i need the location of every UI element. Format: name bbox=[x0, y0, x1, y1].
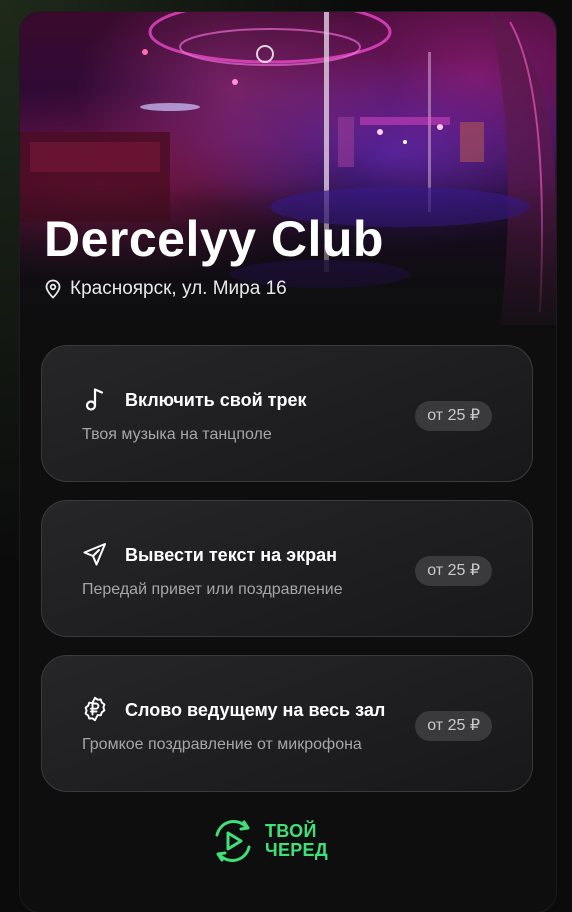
service-subtitle: Передай привет или поздравление bbox=[82, 581, 343, 598]
service-play-track[interactable]: Включить свой трек Твоя музыка на танцпо… bbox=[41, 345, 533, 482]
club-hero-image: Dercelyy Club Красноярск, ул. Мира 16 bbox=[20, 12, 556, 325]
price-badge: от 25 ₽ bbox=[415, 556, 492, 586]
price-badge: от 25 ₽ bbox=[415, 401, 492, 431]
club-address: Красноярск, ул. Мира 16 bbox=[44, 278, 287, 300]
service-title: Вывести текст на экран bbox=[125, 545, 338, 565]
club-address-text: Красноярск, ул. Мира 16 bbox=[70, 278, 287, 299]
service-title: Включить свой трек bbox=[125, 390, 307, 410]
service-title: Слово ведущему на весь зал bbox=[125, 700, 386, 720]
ruble-badge-icon bbox=[84, 696, 106, 722]
service-subtitle: Твоя музыка на танцполе bbox=[82, 426, 272, 443]
brand-logo: ТВОЙ ЧЕРЕД bbox=[207, 815, 328, 867]
service-host-message[interactable]: Слово ведущему на весь зал Громкое поздр… bbox=[41, 655, 533, 792]
music-note-icon bbox=[85, 388, 104, 411]
location-pin-icon bbox=[45, 279, 61, 299]
brand-line-2: ЧЕРЕД bbox=[265, 840, 328, 860]
service-screen-text[interactable]: Вывести текст на экран Передай привет ил… bbox=[41, 500, 533, 637]
service-subtitle: Громкое поздравление от микрофона bbox=[82, 736, 362, 753]
send-icon bbox=[83, 543, 106, 566]
club-card: Dercelyy Club Красноярск, ул. Мира 16 Вк… bbox=[20, 12, 556, 912]
brand-wordmark: ТВОЙ ЧЕРЕД bbox=[265, 822, 328, 860]
cycle-play-icon bbox=[215, 820, 251, 862]
club-name: Dercelyy Club bbox=[44, 211, 384, 267]
brand-line-1: ТВОЙ bbox=[265, 821, 317, 841]
price-badge: от 25 ₽ bbox=[415, 711, 492, 741]
